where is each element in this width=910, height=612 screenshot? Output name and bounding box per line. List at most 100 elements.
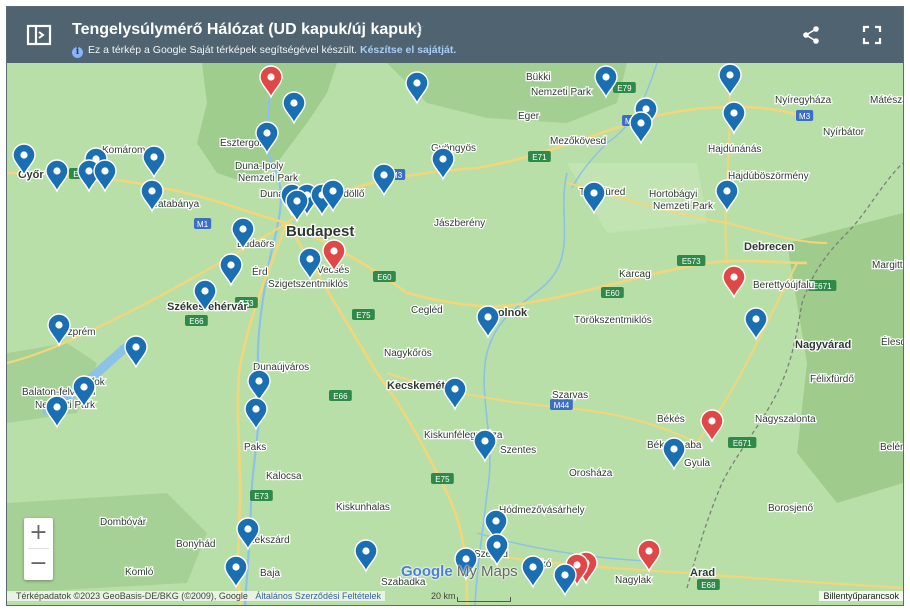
road-shield: M1	[194, 218, 212, 229]
place-label: Nagykőrös	[384, 348, 432, 359]
road-shield: E73	[250, 490, 273, 501]
place-label: Gyula	[684, 458, 711, 469]
place-label: Békés	[657, 414, 685, 425]
info-icon: i	[72, 47, 83, 58]
road-shield: E60	[373, 271, 396, 282]
place-label: Tatabánya	[153, 199, 200, 210]
place-label: Dombóvár	[100, 517, 147, 528]
logo-brand: Google	[401, 563, 453, 580]
place-label: Mátészalka	[870, 95, 903, 106]
place-label: Hortobágyi	[649, 189, 697, 200]
create-own-map-link[interactable]: Készítse el sajátját.	[360, 44, 456, 56]
place-label: Hajdúböszörmény	[728, 171, 809, 182]
map-footer: Térképadatok ©2023 GeoBasis-DE/BKG (©200…	[7, 589, 903, 605]
place-label: Nagyvárad	[795, 339, 851, 351]
logo-product: My Maps	[456, 563, 518, 580]
scale-label: 20 km	[431, 591, 456, 601]
attribution-text: Térképadatok ©2023 GeoBasis-DE/BKG (©200…	[16, 591, 248, 601]
place-label: Orosháza	[569, 468, 613, 479]
place-label: Baja	[260, 568, 280, 579]
place-label: Nyíregyháza	[775, 95, 832, 106]
place-label: Nemzeti Park	[531, 87, 592, 98]
place-label: Kiskunhalas	[336, 502, 390, 513]
road-shield-label: E60	[605, 289, 620, 298]
road-shield-label: M1	[197, 220, 209, 229]
road-shield: E75	[352, 309, 375, 320]
place-label: Kalocsa	[266, 471, 302, 482]
place-label: Nemzeti Park	[653, 201, 714, 212]
place-label: Jászberény	[434, 218, 485, 229]
road-shield-label: E66	[189, 317, 204, 326]
panel-toggle-icon[interactable]	[25, 21, 53, 49]
place-label: Belényes	[880, 442, 903, 453]
place-label: Törökszentmiklós	[574, 315, 652, 326]
place-label: Bonyhád	[176, 539, 215, 550]
terms-link[interactable]: Általános Szerződési Feltételek	[255, 591, 381, 601]
road-shield-label: E60	[377, 273, 392, 282]
place-label: Érd	[252, 265, 268, 278]
zoom-in-button[interactable]: +	[24, 518, 53, 548]
road-shield-label: E75	[356, 311, 371, 320]
road-shield-label: E73	[254, 492, 269, 501]
place-label: Borosjenő	[768, 503, 813, 514]
place-label: Szarvas	[552, 390, 588, 401]
place-label: Eger	[518, 111, 540, 122]
place-label: Hajdúnánás	[708, 144, 761, 155]
star-icon[interactable]: ☆	[411, 19, 424, 37]
road-shield: E66	[329, 390, 352, 401]
place-label: Komló	[125, 567, 154, 578]
place-label: Cegléd	[411, 305, 443, 316]
map-canvas[interactable]: M3M3E79E71M3E60M1E573E671E60E60E75E73E66…	[7, 63, 903, 606]
place-label: Margitta	[872, 260, 903, 271]
place-label: Paks	[244, 442, 266, 453]
road-shield-label: E66	[333, 392, 348, 401]
scale-bar	[457, 597, 511, 602]
keyboard-shortcuts-link[interactable]: Billentyűparancsok	[819, 591, 903, 601]
map-header: Tengelysúlymérő Hálózat (UD kapuk/új kap…	[7, 7, 903, 63]
place-label: Berettyóújfalu	[753, 280, 814, 291]
zoom-control: + −	[24, 518, 53, 580]
place-label: Kecskemét	[387, 380, 445, 392]
info-text: Ez a térkép a Google Saját térképek segí…	[88, 44, 358, 56]
fullscreen-icon[interactable]	[862, 25, 882, 45]
place-label: Nemzeti Park	[238, 173, 299, 184]
place-label: Hódmezővásárhely	[499, 505, 585, 516]
google-my-maps-logo: Google My Maps	[401, 563, 518, 580]
map-attribution: Térképadatok ©2023 GeoBasis-DE/BKG (©200…	[7, 591, 385, 601]
road-shield-label: E671	[813, 282, 832, 291]
map-frame: Tengelysúlymérő Hálózat (UD kapuk/új kap…	[6, 6, 904, 606]
zoom-out-button[interactable]: −	[24, 549, 53, 579]
road-shield: E66	[185, 315, 208, 326]
place-label: Nagyszalonta	[755, 414, 816, 425]
place-label: Élesd	[881, 335, 903, 348]
place-label: Nyírbátor	[823, 127, 865, 138]
place-label: Duna-Ipoly	[235, 161, 283, 172]
road-shield: E75	[431, 473, 454, 484]
place-label: Nagylak	[615, 575, 652, 586]
place-label: Karcag	[619, 269, 651, 280]
map-title: Tengelysúlymérő Hálózat (UD kapuk/új kap…	[72, 21, 423, 38]
place-label: Komárom	[102, 145, 145, 156]
place-label: Budapest	[286, 223, 354, 240]
road-shield-label: E75	[435, 475, 450, 484]
road-shield-label: E79	[617, 84, 632, 93]
place-label: Mezőkövesd	[550, 136, 606, 147]
map-info-line: i Ez a térkép a Google Saját térképek seg…	[72, 44, 456, 58]
place-label: Szigetszentmiklós	[268, 279, 348, 290]
road-shield: E573	[677, 255, 706, 266]
road-shield-label: M44	[554, 401, 570, 410]
road-shield-label: E71	[532, 153, 547, 162]
road-shield-label: E671	[733, 439, 752, 448]
road-shield-label: M3	[799, 112, 811, 121]
road-shield: E671	[728, 437, 757, 448]
place-label: Félixfürdő	[810, 374, 854, 385]
place-label: Arad	[690, 567, 715, 579]
place-label: Debrecen	[744, 241, 794, 253]
place-label: Szentes	[500, 445, 536, 456]
road-shield: E71	[528, 151, 551, 162]
road-shield-label: E573	[682, 257, 701, 266]
share-icon[interactable]	[801, 25, 821, 45]
place-label: Bükki	[526, 72, 550, 83]
road-shield: M3	[796, 110, 814, 121]
road-shield: E60	[601, 287, 624, 298]
